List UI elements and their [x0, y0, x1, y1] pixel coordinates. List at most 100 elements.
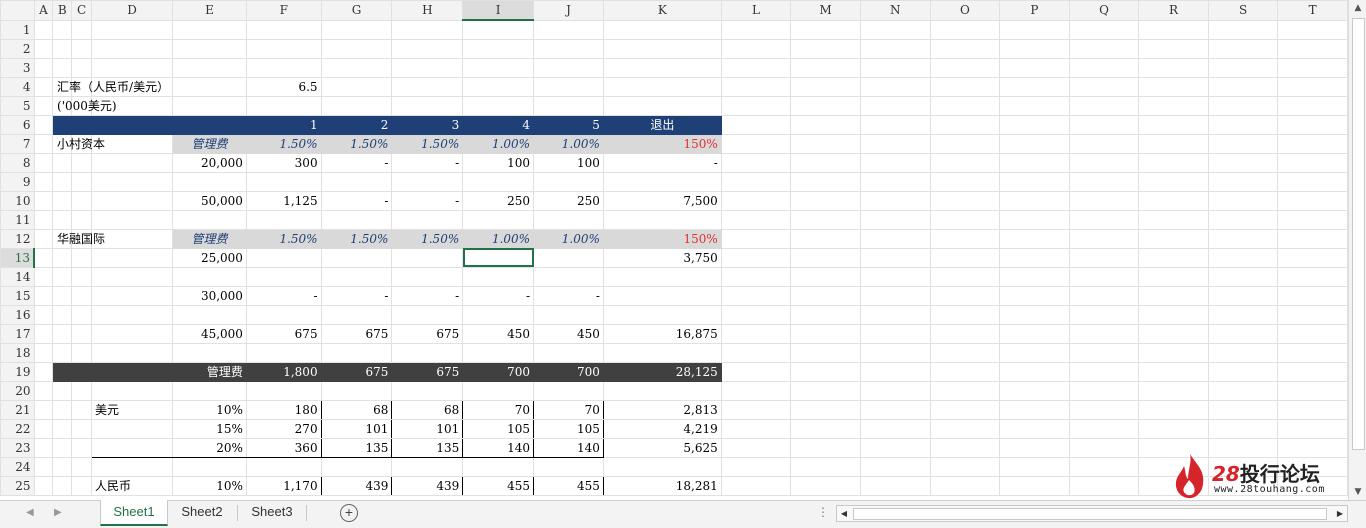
cell-m7[interactable] — [790, 133, 861, 154]
cell-e4[interactable] — [172, 76, 247, 97]
cell-l18[interactable] — [720, 342, 792, 363]
cell-f7[interactable]: 1.50% — [245, 133, 322, 154]
cell-r4[interactable] — [1138, 76, 1209, 97]
cell-r15[interactable] — [1138, 285, 1209, 306]
cell-r21[interactable] — [1138, 399, 1209, 420]
cell-q20[interactable] — [1068, 380, 1140, 401]
cell-o14[interactable] — [929, 266, 1001, 287]
cell-r16[interactable] — [1138, 304, 1209, 325]
cell-k18[interactable] — [602, 342, 722, 363]
cell-f17[interactable]: 675 — [245, 323, 322, 344]
cell-b25[interactable] — [52, 475, 73, 496]
cell-g7[interactable]: 1.50% — [320, 133, 393, 154]
cell-e7[interactable]: 管理费 — [172, 133, 247, 154]
cell-q17[interactable] — [1068, 323, 1140, 344]
horizontal-scrollbar[interactable]: ◀ ▶ — [836, 505, 1348, 522]
cell-j10[interactable]: 250 — [533, 190, 604, 211]
cell-a1[interactable] — [33, 19, 54, 40]
cell-l14[interactable] — [720, 266, 792, 287]
cell-h14[interactable] — [391, 266, 464, 287]
cell-i5[interactable] — [462, 95, 535, 116]
cell-m10[interactable] — [790, 190, 861, 211]
cell-i3[interactable] — [462, 57, 535, 78]
cell-l20[interactable] — [720, 380, 792, 401]
column-header-j[interactable]: J — [533, 0, 604, 21]
cell-o18[interactable] — [929, 342, 1001, 363]
cell-p7[interactable] — [999, 133, 1070, 154]
cell-o3[interactable] — [929, 57, 1001, 78]
scroll-down-arrow-icon[interactable]: ▼ — [1349, 484, 1366, 500]
column-header-d[interactable]: D — [91, 0, 174, 21]
cell-q23[interactable] — [1068, 437, 1140, 458]
cell-n3[interactable] — [859, 57, 931, 78]
cell-k22[interactable]: 4,219 — [602, 418, 722, 439]
cell-a9[interactable] — [33, 171, 54, 192]
cell-t16[interactable] — [1277, 304, 1348, 325]
cell-n7[interactable] — [859, 133, 931, 154]
cell-c21[interactable] — [71, 399, 93, 420]
cell-p25[interactable] — [999, 475, 1070, 496]
cell-a2[interactable] — [33, 38, 54, 59]
cell-j8[interactable]: 100 — [533, 152, 604, 173]
cell-q10[interactable] — [1068, 190, 1140, 211]
cell-p4[interactable] — [999, 76, 1070, 97]
cell-n1[interactable] — [859, 19, 931, 40]
cell-e21[interactable]: 10% — [172, 399, 247, 420]
cell-e1[interactable] — [172, 19, 247, 40]
cell-h13[interactable] — [391, 247, 464, 268]
cell-m14[interactable] — [790, 266, 861, 287]
cell-r9[interactable] — [1138, 171, 1209, 192]
scroll-left-arrow-icon[interactable]: ◀ — [837, 506, 851, 521]
cell-r19[interactable] — [1138, 361, 1209, 382]
cell-b17[interactable] — [52, 323, 73, 344]
cell-h20[interactable] — [391, 380, 464, 401]
cell-s6[interactable] — [1207, 114, 1279, 135]
cell-r2[interactable] — [1138, 38, 1209, 59]
row-header-25[interactable]: 25 — [0, 475, 35, 496]
cell-c10[interactable] — [71, 190, 93, 211]
cell-k5[interactable] — [602, 95, 722, 116]
cell-g6[interactable]: 2 — [320, 114, 393, 135]
cell-m12[interactable] — [790, 228, 861, 249]
cell-n19[interactable] — [859, 361, 931, 382]
cell-c11[interactable] — [71, 209, 93, 230]
cell-b1[interactable] — [52, 19, 73, 40]
cell-d8[interactable] — [91, 152, 174, 173]
cell-e14[interactable] — [172, 266, 247, 287]
row-header-3[interactable]: 3 — [0, 57, 35, 78]
cell-a3[interactable] — [33, 57, 54, 78]
cell-g23[interactable]: 135 — [320, 437, 393, 458]
cell-t7[interactable] — [1277, 133, 1348, 154]
column-header-h[interactable]: H — [391, 0, 464, 21]
cell-n12[interactable] — [859, 228, 931, 249]
cell-f5[interactable] — [245, 95, 322, 116]
cell-g5[interactable] — [320, 95, 393, 116]
cell-g22[interactable]: 101 — [320, 418, 393, 439]
cell-f6[interactable]: 1 — [245, 114, 322, 135]
cell-j25[interactable]: 455 — [533, 475, 604, 496]
cell-g19[interactable]: 675 — [320, 361, 393, 382]
cell-d7[interactable]: 小村资本 — [57, 133, 174, 154]
cell-p1[interactable] — [999, 19, 1070, 40]
cell-t11[interactable] — [1277, 209, 1348, 230]
cell-i15[interactable]: - — [462, 285, 535, 306]
cell-c17[interactable] — [71, 323, 93, 344]
cell-q18[interactable] — [1068, 342, 1140, 363]
cell-j16[interactable] — [533, 304, 604, 325]
cell-r14[interactable] — [1138, 266, 1209, 287]
cell-l17[interactable] — [720, 323, 792, 344]
cell-g3[interactable] — [320, 57, 393, 78]
cell-a12[interactable] — [33, 228, 54, 249]
cell-j9[interactable] — [533, 171, 604, 192]
cell-e10[interactable]: 50,000 — [172, 190, 247, 211]
cell-g17[interactable]: 675 — [320, 323, 393, 344]
cell-n16[interactable] — [859, 304, 931, 325]
cell-m13[interactable] — [790, 247, 861, 268]
cell-h12[interactable]: 1.50% — [391, 228, 464, 249]
vertical-scrollbar[interactable]: ▲ ▼ — [1348, 0, 1366, 500]
cell-j24[interactable] — [533, 456, 604, 477]
cell-o15[interactable] — [929, 285, 1001, 306]
cell-t3[interactable] — [1277, 57, 1348, 78]
cell-a5[interactable] — [33, 95, 54, 116]
cell-q14[interactable] — [1068, 266, 1140, 287]
